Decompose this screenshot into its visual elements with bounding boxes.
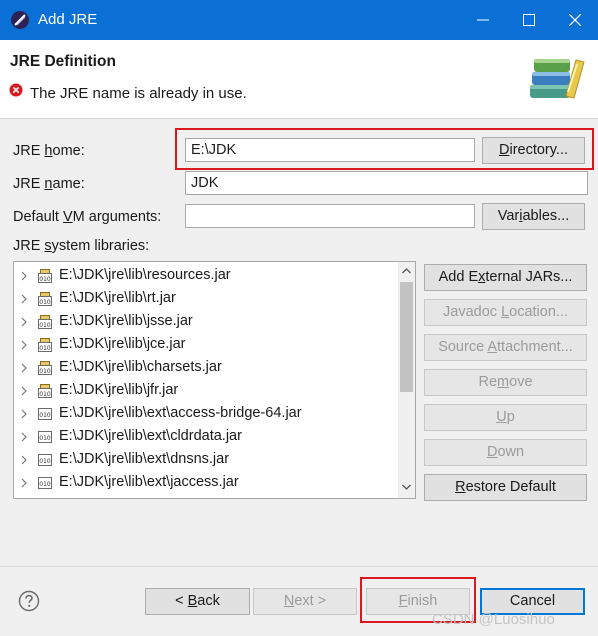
chevron-right-icon[interactable] xyxy=(21,432,27,442)
svg-text:010: 010 xyxy=(39,458,51,465)
binary-jar-icon: 010 xyxy=(37,498,53,499)
jar-library-icon: 010 xyxy=(38,384,52,398)
library-row[interactable]: 010 E:\JDK\jre\lib\resources.jar xyxy=(14,265,394,288)
library-row[interactable]: 010 E:\JDK\jre\lib\ext\cldrdata.jar xyxy=(14,426,394,449)
scroll-up-icon[interactable] xyxy=(402,268,411,274)
svg-text:010: 010 xyxy=(39,276,51,283)
chevron-right-icon[interactable] xyxy=(21,294,27,304)
jre-home-label: JRE home: xyxy=(13,143,85,159)
jar-library-icon: 010 xyxy=(38,315,52,329)
chevron-right-icon[interactable] xyxy=(21,363,27,373)
window-title: Add JRE xyxy=(38,11,98,28)
maximize-icon xyxy=(523,14,535,26)
dialog-header: JRE Definition The JRE name is already i… xyxy=(0,40,598,119)
library-row[interactable]: 010 E:\JDK\jre\lib\ext\jaccess.jar xyxy=(14,472,394,495)
chevron-right-icon[interactable] xyxy=(21,317,27,327)
library-row[interactable]: 010 E:\JDK\jre\lib\ext\jfxrt.jar xyxy=(14,495,394,499)
jre-name-input[interactable] xyxy=(185,171,588,195)
maximize-button[interactable] xyxy=(506,0,552,40)
footer-separator xyxy=(0,566,598,567)
back-button[interactable]: < Back xyxy=(145,588,250,615)
chevron-right-icon[interactable] xyxy=(21,409,27,419)
next-button[interactable]: Next > xyxy=(253,588,357,615)
svg-text:010: 010 xyxy=(39,435,51,442)
close-button[interactable] xyxy=(552,0,598,40)
library-row[interactable]: 010 E:\JDK\jre\lib\jfr.jar xyxy=(14,380,394,403)
library-row[interactable]: 010 E:\JDK\jre\lib\charsets.jar xyxy=(14,357,394,380)
library-path: E:\JDK\jre\lib\charsets.jar xyxy=(59,359,222,375)
chevron-right-icon[interactable] xyxy=(21,340,27,350)
jar-library-icon: 010 xyxy=(38,361,52,375)
up-button[interactable]: Up xyxy=(424,404,587,431)
chevron-right-icon[interactable] xyxy=(21,386,27,396)
svg-text:010: 010 xyxy=(39,481,51,488)
add-external-jars-button[interactable]: Add External JARs... xyxy=(424,264,587,291)
library-path: E:\JDK\jre\lib\ext\dnsns.jar xyxy=(59,451,230,467)
library-path: E:\JDK\jre\lib\resources.jar xyxy=(59,267,231,283)
svg-text:010: 010 xyxy=(39,345,51,352)
binary-jar-icon: 010 xyxy=(38,408,52,420)
svg-text:010: 010 xyxy=(39,299,51,306)
javadoc-location-button[interactable]: Javadoc Location... xyxy=(424,299,587,326)
chevron-right-icon[interactable] xyxy=(21,455,27,465)
variables-button[interactable]: Variables... xyxy=(482,203,585,230)
library-path: E:\JDK\jre\lib\jsse.jar xyxy=(59,313,193,329)
library-path: E:\JDK\jre\lib\ext\cldrdata.jar xyxy=(59,428,242,444)
vm-arguments-input[interactable] xyxy=(185,204,475,228)
svg-text:010: 010 xyxy=(39,368,51,375)
vertical-scrollbar[interactable] xyxy=(398,262,415,498)
binary-jar-icon: 010 xyxy=(38,454,52,466)
down-button[interactable]: Down xyxy=(424,439,587,466)
source-attachment-button[interactable]: Source Attachment... xyxy=(424,334,587,361)
library-path: E:\JDK\jre\lib\ext\access-bridge-64.jar xyxy=(59,405,302,421)
binary-jar-icon: 010 xyxy=(38,431,52,443)
system-libraries-list[interactable]: 010 E:\JDK\jre\lib\resources.jar 010 E:\JDK… xyxy=(13,261,416,499)
library-row[interactable]: 010 E:\JDK\jre\lib\jsse.jar xyxy=(14,311,394,334)
title-bar: Add JRE xyxy=(0,0,598,40)
library-row[interactable]: 010 E:\JDK\jre\lib\ext\dnsns.jar xyxy=(14,449,394,472)
library-row[interactable]: 010 E:\JDK\jre\lib\rt.jar xyxy=(14,288,394,311)
close-icon xyxy=(569,14,581,26)
jar-library-icon: 010 xyxy=(38,269,52,283)
library-path: E:\JDK\jre\lib\ext\jaccess.jar xyxy=(59,474,239,490)
library-books-icon xyxy=(530,59,585,99)
scroll-down-icon[interactable] xyxy=(402,484,411,490)
restore-default-button[interactable]: Restore Default xyxy=(424,474,587,501)
scrollbar-thumb[interactable] xyxy=(400,282,413,392)
jar-library-icon: 010 xyxy=(38,292,52,306)
remove-button[interactable]: Remove xyxy=(424,369,587,396)
binary-jar-icon: 010 xyxy=(38,477,52,489)
error-message: The JRE name is already in use. xyxy=(30,85,247,102)
library-path: E:\JDK\jre\lib\ext\jfxrt.jar xyxy=(59,497,214,498)
library-row[interactable]: 010 E:\JDK\jre\lib\jce.jar xyxy=(14,334,394,357)
vm-arguments-label: Default VM arguments: xyxy=(13,209,162,225)
jre-home-input[interactable] xyxy=(185,138,475,162)
library-path: E:\JDK\jre\lib\jce.jar xyxy=(59,336,186,352)
directory-button[interactable]: Directory... xyxy=(482,137,585,164)
jre-name-label: JRE name: xyxy=(13,176,85,192)
chevron-right-icon[interactable] xyxy=(21,271,27,281)
page-title: JRE Definition xyxy=(10,53,116,70)
chevron-right-icon[interactable] xyxy=(21,478,27,488)
svg-text:010: 010 xyxy=(39,322,51,329)
watermark: CSDN @Luosihuo xyxy=(432,611,555,628)
svg-text:010: 010 xyxy=(39,391,51,398)
system-libraries-label: JRE system libraries: xyxy=(13,238,150,254)
library-path: E:\JDK\jre\lib\jfr.jar xyxy=(59,382,179,398)
minimize-button[interactable] xyxy=(460,0,506,40)
library-row[interactable]: 010 E:\JDK\jre\lib\ext\access-bridge-64.j… xyxy=(14,403,394,426)
minimize-icon xyxy=(477,19,489,21)
error-icon xyxy=(9,83,23,97)
svg-text:010: 010 xyxy=(39,412,51,419)
help-icon[interactable] xyxy=(18,590,40,612)
library-path: E:\JDK\jre\lib\rt.jar xyxy=(59,290,176,306)
eclipse-app-icon xyxy=(11,11,29,29)
jar-library-icon: 010 xyxy=(38,338,52,352)
